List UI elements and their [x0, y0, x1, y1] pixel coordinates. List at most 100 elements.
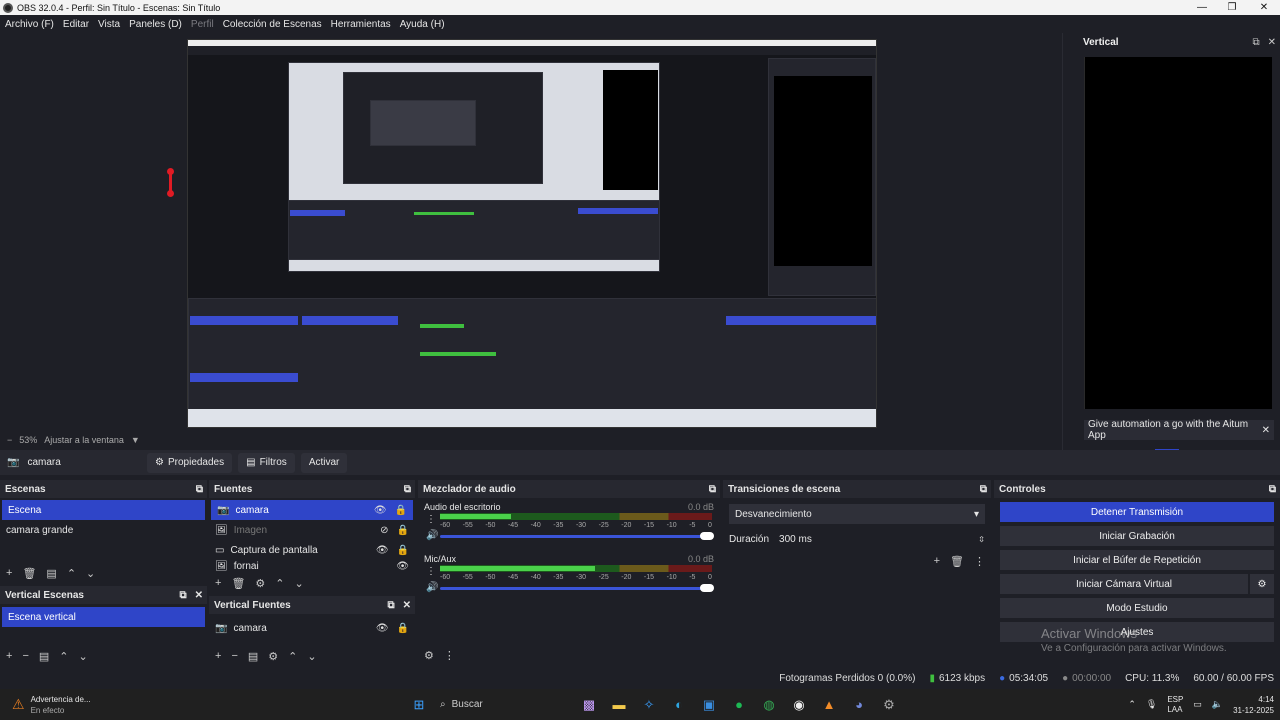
float-dock-icon[interactable]: ⧉ [980, 484, 987, 495]
lock-icon[interactable]: 🔒 [397, 525, 409, 536]
start-recording-button[interactable]: Iniciar Grabación [1000, 526, 1274, 546]
filter-icon[interactable]: ▤ [39, 650, 49, 663]
menu-ayuda[interactable]: Ayuda (H) [400, 19, 445, 30]
menu-icon[interactable]: ⋮ [974, 555, 985, 568]
lock-icon[interactable]: 🔒 [397, 623, 409, 634]
zoom-fit-label[interactable]: Ajustar a la ventana [44, 435, 124, 445]
microphone-icon[interactable]: 🎙 [1146, 699, 1157, 710]
chrome-icon[interactable]: ◍ [758, 694, 780, 716]
add-icon[interactable]: + [6, 650, 12, 662]
channel-menu-icon[interactable]: ⋮ [426, 514, 436, 525]
add-icon[interactable]: + [215, 577, 221, 589]
zoom-dropdown-icon[interactable]: ▼ [131, 435, 140, 445]
mixer-menu-icon[interactable]: ⋮ [444, 649, 455, 662]
float-dock-icon[interactable]: ⧉ [179, 590, 186, 601]
volume-icon[interactable]: 🔈 [1212, 699, 1223, 710]
filters-button[interactable]: ▤ Filtros [238, 452, 295, 473]
start-replay-buffer-button[interactable]: Iniciar el Búfer de Repetición [1000, 550, 1274, 570]
source-item[interactable]: 📷 camara 👁 🔒 [211, 500, 413, 520]
float-dock-icon[interactable]: ⧉ [387, 600, 394, 611]
spotify-icon[interactable]: ● [728, 694, 750, 716]
studio-mode-button[interactable]: Modo Estudio [1000, 598, 1274, 618]
menu-editar[interactable]: Editar [63, 19, 89, 30]
menu-perfil[interactable]: Perfil [191, 19, 214, 30]
dock-separator[interactable] [1062, 33, 1063, 461]
source-item[interactable]: 🖼 Imagen ⊘ 🔒 [209, 520, 415, 540]
add-icon[interactable]: + [6, 567, 12, 579]
menu-archivo[interactable]: Archivo (F) [5, 19, 54, 30]
advanced-audio-icon[interactable]: ⚙ [424, 649, 434, 662]
source-item[interactable]: 🖼 fornai 👁 [209, 560, 415, 572]
language-indicator[interactable]: ESP LAA [1167, 695, 1183, 715]
eye-icon[interactable]: 👁 [376, 623, 389, 634]
up-icon[interactable]: ⌃ [288, 650, 297, 663]
copilot-icon[interactable]: ✧ [638, 694, 660, 716]
eye-icon[interactable]: 👁 [396, 561, 409, 572]
trash-icon[interactable]: 🗑 [231, 577, 245, 590]
stop-streaming-button[interactable]: Detener Transmisión [1000, 502, 1274, 522]
start-virtual-camera-button[interactable]: Iniciar Cámara Virtual [1000, 574, 1248, 594]
lock-icon[interactable]: 🔒 [395, 505, 407, 516]
add-icon[interactable]: + [934, 555, 940, 567]
speaker-icon[interactable]: 🔊 [426, 582, 438, 593]
volume-knob[interactable] [700, 532, 714, 540]
windows-start-icon[interactable]: ⊞ [408, 694, 430, 716]
clock[interactable]: 4:14 31-12-2025 [1233, 694, 1274, 716]
float-dock-icon[interactable]: ⧉ [709, 484, 716, 495]
lock-icon[interactable]: 🔒 [397, 545, 409, 556]
close-button[interactable]: ✕ [1248, 0, 1280, 15]
app-icon[interactable]: ▲ [818, 694, 840, 716]
tray-overflow-icon[interactable]: ⌃ [1128, 699, 1136, 710]
up-icon[interactable]: ⌃ [59, 650, 68, 663]
edge-icon[interactable]: ◐ [668, 694, 690, 716]
filter-icon[interactable]: ▤ [46, 567, 56, 580]
volume-slider[interactable] [440, 532, 714, 540]
remove-icon[interactable]: − [22, 650, 28, 662]
source-item[interactable]: ▭ Captura de pantalla 👁 🔒 [209, 540, 415, 560]
down-icon[interactable]: ⌄ [295, 577, 304, 590]
channel-menu-icon[interactable]: ⋮ [426, 566, 436, 577]
activate-button[interactable]: Activar [300, 452, 348, 473]
trash-icon[interactable]: 🗑 [950, 555, 964, 568]
duration-stepper-icon[interactable]: ⇳ [978, 535, 985, 544]
up-icon[interactable]: ⌃ [67, 567, 76, 580]
network-icon[interactable]: ▭ [1193, 699, 1202, 710]
aitum-note-text[interactable]: Give automation a go with the Aitum App [1088, 419, 1262, 441]
float-dock-icon[interactable]: ⧉ [1269, 484, 1276, 495]
volume-knob[interactable] [700, 584, 714, 592]
scene-item[interactable]: camara grande [0, 520, 207, 540]
remove-icon[interactable]: − [231, 650, 237, 662]
menu-coleccion-escenas[interactable]: Colección de Escenas [223, 19, 322, 30]
menu-paneles[interactable]: Paneles (D) [129, 19, 182, 30]
gear-icon[interactable]: ⚙ [255, 577, 265, 590]
scene-item[interactable]: Escena [2, 500, 205, 520]
menu-vista[interactable]: Vista [98, 19, 120, 30]
discord-icon[interactable]: ◕ [848, 694, 870, 716]
close-dock-icon[interactable]: ✕ [403, 600, 411, 611]
down-icon[interactable]: ⌄ [307, 650, 316, 663]
eye-hidden-icon[interactable]: ⊘ [380, 525, 388, 536]
speaker-icon[interactable]: 🔊 [426, 530, 438, 541]
close-note-icon[interactable]: ✕ [1262, 425, 1270, 436]
virtual-camera-settings-icon[interactable]: ⚙ [1250, 574, 1274, 594]
zoom-out-button[interactable]: − [7, 435, 12, 445]
maximize-button[interactable]: ❐ [1216, 0, 1248, 15]
vertical-source-item[interactable]: 📷 camara 👁 🔒 [209, 618, 415, 638]
close-dock-icon[interactable]: ✕ [195, 590, 203, 601]
down-icon[interactable]: ⌄ [79, 650, 88, 663]
eye-icon[interactable]: 👁 [376, 545, 389, 556]
menu-herramientas[interactable]: Herramientas [331, 19, 391, 30]
transform-handle[interactable] [167, 190, 174, 197]
main-preview-area[interactable] [0, 33, 1060, 433]
duration-input[interactable]: 300 ms [779, 534, 812, 545]
settings-taskbar-icon[interactable]: ⚙ [878, 694, 900, 716]
transition-select[interactable]: Desvanecimiento ▾ [729, 504, 985, 524]
float-dock-icon[interactable]: ⧉ [404, 484, 411, 495]
minimize-button[interactable]: — [1186, 0, 1218, 15]
float-dock-icon[interactable]: ⧉ [1252, 37, 1259, 48]
taskbar-search[interactable]: ⌕ Buscar [434, 693, 574, 717]
float-dock-icon[interactable]: ⧉ [196, 484, 203, 495]
add-icon[interactable]: + [215, 650, 221, 662]
down-icon[interactable]: ⌄ [86, 567, 95, 580]
taskbar-notification[interactable]: ⚠ Advertencia de... En efecto [0, 694, 140, 716]
